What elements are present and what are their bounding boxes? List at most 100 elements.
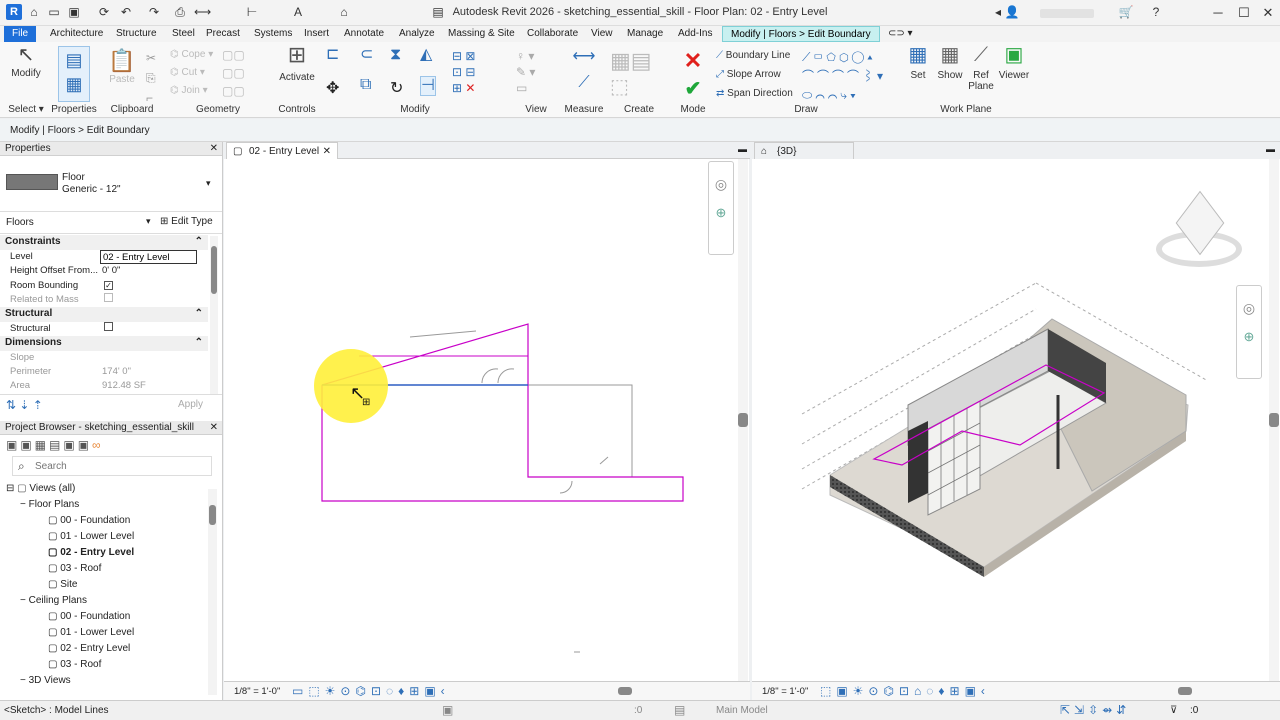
- help-icon[interactable]: ?: [1148, 4, 1164, 20]
- cope-tool[interactable]: ⌬ Cope ▾: [170, 46, 213, 64]
- offset-icon[interactable]: ⊂: [360, 46, 373, 64]
- delete-icon[interactable]: ✕: [465, 81, 475, 95]
- tab-list-dropdown[interactable]: ▬: [738, 144, 747, 154]
- tab-file[interactable]: File: [4, 26, 37, 42]
- edit-type-button[interactable]: ⊞ Edit Type: [160, 216, 213, 227]
- user-icon[interactable]: 👤: [1004, 4, 1020, 20]
- view-tab-plan[interactable]: ▢ 02 - Entry Level ✕: [226, 142, 338, 159]
- demolish-icon[interactable]: ▢▢: [222, 82, 245, 100]
- tree-views-all[interactable]: ⊟ ▢ Views (all): [6, 481, 222, 497]
- tree-cp-03[interactable]: ▢ 03 - Roof: [6, 657, 222, 673]
- mirror-axis-icon[interactable]: ⧗: [390, 46, 401, 64]
- level-field[interactable]: [100, 250, 197, 264]
- finish-edit-mode-icon[interactable]: ✔: [682, 76, 704, 101]
- draw-line-icons[interactable]: ⟋▭⬠⬡◯▴: [802, 48, 886, 67]
- dimensions-section[interactable]: Dimensions ⌃: [0, 336, 208, 351]
- tab-systems[interactable]: Systems: [246, 26, 300, 42]
- close-browser-icon[interactable]: ✕: [210, 421, 218, 435]
- split-icon[interactable]: ⊟ ⊠: [452, 48, 475, 64]
- modify-tool[interactable]: ↖ Modify: [8, 45, 44, 79]
- array-icon[interactable]: ⊡ ⊟: [452, 64, 475, 80]
- plan-scale[interactable]: 1/8" = 1'-0": [234, 686, 280, 697]
- maximize-button[interactable]: ☐: [1234, 3, 1254, 23]
- measure-between-icon[interactable]: ⟷: [566, 48, 602, 66]
- paste-tool[interactable]: 📋 Paste: [108, 48, 136, 85]
- close-properties-icon[interactable]: ✕: [210, 142, 218, 156]
- 3d-scale[interactable]: 1/8" = 1'-0": [762, 686, 808, 697]
- 3d-view-canvas[interactable]: ◎ ⊕: [752, 159, 1280, 681]
- filter-icon[interactable]: ⊽: [1170, 705, 1177, 716]
- main-model[interactable]: Main Model: [716, 705, 768, 716]
- browser-scrollbar[interactable]: [208, 489, 217, 695]
- selection-filter-icons[interactable]: ⇱⇲⇳⇴⇵: [1060, 703, 1130, 717]
- linework-icon[interactable]: ▭: [516, 80, 535, 96]
- copy-icon[interactable]: ⎘: [146, 68, 156, 88]
- ref-plane-tool[interactable]: ⟋ Ref Plane: [968, 45, 994, 92]
- panel-select-label[interactable]: Select ▾: [6, 104, 46, 115]
- move-icon[interactable]: ✥: [326, 80, 339, 98]
- mirror-draw-icon[interactable]: ◭: [420, 46, 432, 64]
- structural-section[interactable]: Structural ⌃: [0, 307, 208, 322]
- align-icon[interactable]: ⊏: [326, 46, 339, 64]
- aligned-dimension-icon[interactable]: ⟋: [566, 74, 602, 92]
- scale-icon[interactable]: ⊞ ✕: [452, 80, 475, 96]
- 3d-zoom-icon[interactable]: ⊕: [1237, 329, 1261, 345]
- minimize-button[interactable]: ─: [1208, 3, 1228, 23]
- tab-list-dropdown-2[interactable]: ▬: [1266, 144, 1275, 154]
- paint-icon[interactable]: ▢▢: [222, 64, 245, 82]
- floor-plan-canvas[interactable]: ↖ ⊞ ◎ ⊕: [224, 159, 749, 681]
- constraints-section[interactable]: Constraints ⌃: [0, 235, 208, 250]
- copy-element-icon[interactable]: ⧉: [360, 76, 371, 94]
- cancel-edit-mode-icon[interactable]: ✕: [682, 48, 704, 76]
- tab-insert[interactable]: Insert: [296, 26, 337, 42]
- tree-3d-views[interactable]: − 3D Views: [6, 673, 222, 689]
- split-face-icon[interactable]: ▢▢: [222, 46, 245, 64]
- hide-icon[interactable]: ♀ ▾: [516, 48, 535, 64]
- browser-search-input[interactable]: [12, 456, 212, 476]
- plan-view-controls-icons[interactable]: ▭⬚☀⊙⌬⊡◌♦⊞▣‹: [292, 684, 450, 698]
- 3d-vscroll[interactable]: [1269, 159, 1279, 681]
- tree-cp-01[interactable]: ▢ 01 - Lower Level: [6, 625, 222, 641]
- tree-fp-site[interactable]: ▢ Site: [6, 577, 222, 593]
- tab-architecture[interactable]: Architecture: [42, 26, 111, 42]
- show-workplane-tool[interactable]: ▦ Show: [934, 45, 966, 81]
- filter-dropdown-icon[interactable]: ▾: [146, 216, 151, 227]
- tab-structure[interactable]: Structure: [108, 26, 165, 42]
- 3d-view-controls-icons[interactable]: ⬚▣☀⊙⌬⊡⌂◌♦⊞▣‹: [820, 684, 990, 698]
- view-tab-3d[interactable]: ⌂ {3D}: [754, 142, 854, 159]
- 3d-hscroll-thumb[interactable]: [1178, 687, 1192, 695]
- cart-icon[interactable]: 🛒: [1118, 4, 1134, 20]
- properties-tool[interactable]: ▤ ▦: [58, 46, 90, 102]
- tab-precast[interactable]: Precast: [198, 26, 248, 42]
- tree-fp-02-active[interactable]: ▢ 02 - Entry Level: [6, 545, 222, 561]
- tab-massing-site[interactable]: Massing & Site: [440, 26, 523, 42]
- tree-cp-02[interactable]: ▢ 02 - Entry Level: [6, 641, 222, 657]
- browser-tool-icons[interactable]: ▣▣▦▤▣▣∞: [6, 438, 104, 452]
- 3d-steering-wheel-icon[interactable]: ◎: [1237, 300, 1261, 317]
- tree-fp-01[interactable]: ▢ 01 - Lower Level: [6, 529, 222, 545]
- set-workplane-tool[interactable]: ▦ Set: [904, 45, 932, 81]
- tree-cp-00[interactable]: ▢ 00 - Foundation: [6, 609, 222, 625]
- trim-extend-icon[interactable]: ⊣: [420, 76, 436, 96]
- tree-floor-plans[interactable]: − Floor Plans: [6, 497, 222, 513]
- zoom-icon[interactable]: ⊕: [709, 205, 733, 221]
- type-selector[interactable]: Floor Generic - 12" ▾: [0, 156, 222, 212]
- sort-icons[interactable]: ⇅ ⇣ ⇡: [6, 398, 43, 412]
- apply-button[interactable]: Apply: [178, 399, 203, 410]
- span-direction-tool[interactable]: ⇄ Span Direction: [716, 84, 793, 103]
- tab-modify-floors-edit-boundary[interactable]: Modify | Floors > Edit Boundary: [722, 26, 880, 42]
- draw-ellipse-icons[interactable]: ⬭⌒⌒⤷▾: [802, 86, 886, 105]
- room-bounding-checkbox[interactable]: ✓: [104, 279, 113, 293]
- close-window-button[interactable]: ✕: [1258, 3, 1278, 23]
- viewer-tool[interactable]: ▣ Viewer: [998, 45, 1030, 81]
- cut-icon[interactable]: ✂: [146, 48, 156, 68]
- design-options-icon[interactable]: ▤: [674, 703, 685, 717]
- tab-analyze[interactable]: Analyze: [391, 26, 443, 42]
- override-icon[interactable]: ✎ ▾: [516, 64, 535, 80]
- tab-manage[interactable]: Manage: [619, 26, 671, 42]
- draw-arc-icons[interactable]: ⌒⌒⌒⌒⌇▾: [802, 67, 886, 86]
- structural-checkbox[interactable]: [104, 322, 113, 336]
- steering-wheel-icon[interactable]: ◎: [709, 176, 733, 193]
- activate-tool[interactable]: ⊞ Activate: [276, 44, 318, 84]
- tab-collaborate[interactable]: Collaborate: [519, 26, 586, 42]
